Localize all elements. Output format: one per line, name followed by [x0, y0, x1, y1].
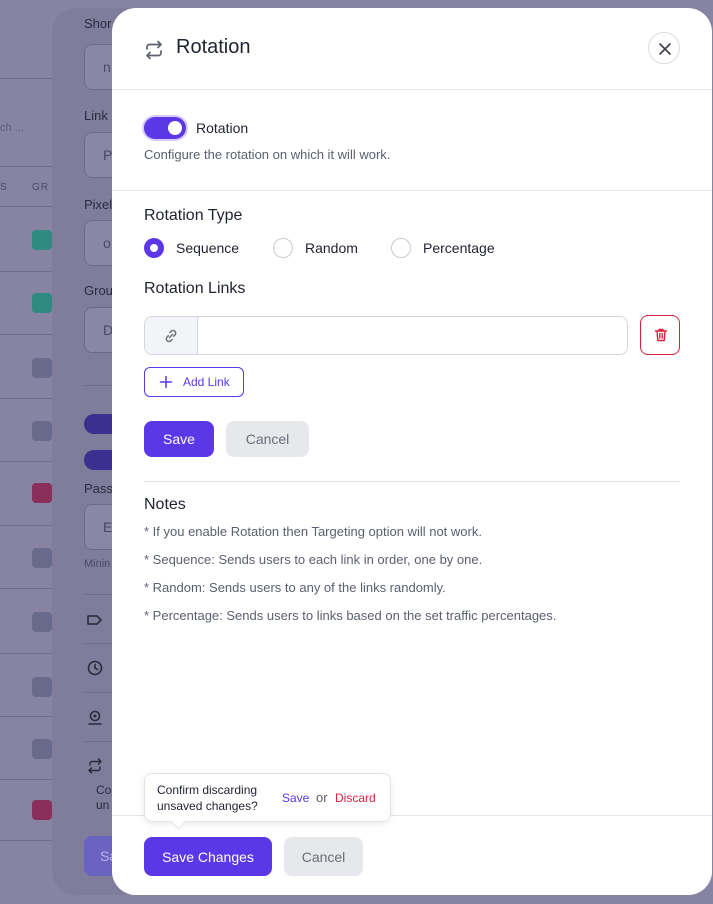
- tooltip-discard-link[interactable]: Discard: [335, 791, 376, 805]
- background-search-placeholder: ch ...: [0, 122, 24, 134]
- background-label: Shor: [84, 16, 112, 31]
- rotation-toggle-label: Rotation: [196, 120, 249, 136]
- rotation-links-title: Rotation Links: [144, 280, 246, 297]
- add-link-button[interactable]: Add Link: [144, 367, 244, 397]
- link-icon: [165, 329, 177, 343]
- save-changes-button[interactable]: Save Changes: [144, 837, 272, 876]
- rotation-description: Configure the rotation on which it will …: [144, 147, 391, 162]
- radio-button[interactable]: [391, 238, 411, 258]
- close-button[interactable]: [648, 32, 680, 64]
- radio-random[interactable]: Random: [273, 238, 363, 258]
- background-status-dot: [32, 483, 52, 503]
- rotation-toggle[interactable]: [144, 117, 186, 139]
- link-addon: [145, 317, 198, 354]
- background-divider: [0, 166, 60, 167]
- background-status-dot: [32, 358, 52, 378]
- background-status-dot: [32, 293, 52, 313]
- background-divider: [0, 779, 60, 780]
- add-link-label: Add Link: [183, 375, 230, 389]
- background-divider: [0, 653, 60, 654]
- confirm-discard-tooltip: Confirm discarding unsaved changes? Save…: [144, 773, 391, 822]
- background-status-dot: [32, 548, 52, 568]
- close-icon: [659, 43, 671, 55]
- background-status-dot: [32, 230, 52, 250]
- save-button[interactable]: Save: [144, 421, 214, 457]
- tag-icon: [87, 615, 102, 625]
- plus-icon: [159, 375, 173, 389]
- background-status-dot: [32, 677, 52, 697]
- rotation-type-title: Rotation Type: [144, 207, 243, 224]
- background-tooltip-fragment: Co: [96, 783, 112, 797]
- background-label: Link: [84, 108, 108, 123]
- rotation-link-field: [144, 316, 628, 355]
- rotation-toggle-section: Rotation Configure the rotation on which…: [112, 90, 712, 191]
- note-item: * If you enable Rotation then Targeting …: [144, 524, 482, 539]
- footer-cancel-button[interactable]: Cancel: [284, 837, 363, 876]
- background-input-text: P: [103, 147, 113, 163]
- background-status-dot: [32, 739, 52, 759]
- radio-sequence[interactable]: Sequence: [144, 238, 244, 258]
- background-divider: [0, 206, 60, 207]
- background-input-text: o: [103, 235, 111, 251]
- rotation-icon: [146, 40, 162, 60]
- radio-button[interactable]: [273, 238, 293, 258]
- modal-header: Rotation: [112, 8, 712, 90]
- note-item: * Percentage: Sends users to links based…: [144, 608, 557, 623]
- clock-icon: [87, 660, 103, 676]
- background-status-dot: [32, 612, 52, 632]
- tooltip-save-link[interactable]: Save: [282, 791, 309, 805]
- background-tooltip-fragment: un: [96, 798, 110, 812]
- background-divider: [0, 840, 60, 841]
- background-input-text: n: [103, 59, 111, 75]
- background-divider: [0, 398, 60, 399]
- delete-link-button[interactable]: [640, 315, 680, 355]
- background-column-header: S: [0, 182, 8, 193]
- radio-label: Percentage: [423, 240, 495, 256]
- cancel-button[interactable]: Cancel: [226, 421, 309, 457]
- background-divider: [0, 716, 60, 717]
- location-icon: [88, 710, 102, 725]
- background-divider: [0, 461, 60, 462]
- tooltip-or-text: or: [316, 790, 328, 805]
- notes-title: Notes: [144, 496, 186, 513]
- toggle-knob: [168, 121, 182, 135]
- rotation-link-input[interactable]: [199, 317, 627, 354]
- background-divider: [0, 588, 60, 589]
- background-table: [0, 8, 60, 904]
- background-label: Pixel: [84, 197, 113, 212]
- background-status-dot: [32, 421, 52, 441]
- background-divider: [0, 525, 60, 526]
- radio-label: Random: [305, 240, 358, 256]
- radio-percentage[interactable]: Percentage: [391, 238, 501, 258]
- background-label: Pass: [84, 481, 113, 496]
- background-divider: [0, 78, 60, 79]
- rotation-icon: [88, 758, 102, 774]
- trash-icon: [654, 328, 668, 342]
- rotation-modal: Rotation Rotation Configure the rotation…: [112, 8, 712, 895]
- background-divider: [0, 334, 60, 335]
- background-status-dot: [32, 800, 52, 820]
- modal-title: Rotation: [176, 36, 251, 58]
- radio-label: Sequence: [176, 240, 240, 256]
- background-divider: [0, 271, 60, 272]
- notes-divider: [144, 481, 680, 482]
- note-item: * Random: Sends users to any of the link…: [144, 580, 446, 595]
- background-column-header: GR: [32, 182, 49, 193]
- background-label: Grou: [84, 283, 113, 298]
- radio-button-checked[interactable]: [144, 238, 164, 258]
- background-hint: Minin: [84, 558, 111, 570]
- modal-footer: Save Changes Cancel: [112, 815, 712, 895]
- note-item: * Sequence: Sends users to each link in …: [144, 552, 483, 567]
- tooltip-message: Confirm discarding unsaved changes?: [157, 783, 258, 813]
